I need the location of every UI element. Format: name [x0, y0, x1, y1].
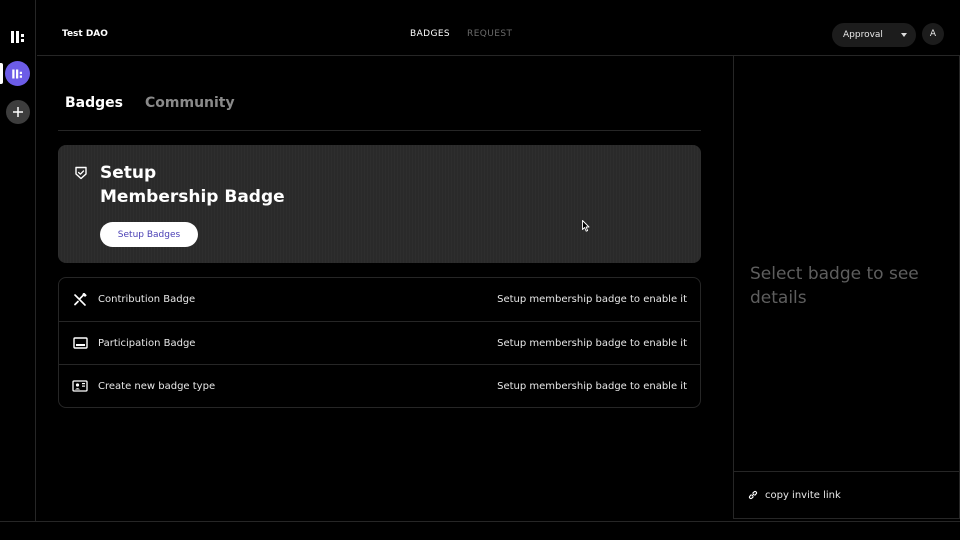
badge-row-contribution[interactable]: Contribution Badge Setup membership badg… [59, 278, 700, 321]
copy-invite-link-label: copy invite link [765, 489, 841, 501]
badge-list: Contribution Badge Setup membership badg… [58, 277, 701, 408]
org-name: Test DAO [62, 29, 108, 39]
detail-hint: Select badge to see details [750, 264, 919, 308]
id-card-icon [72, 379, 88, 393]
tabs-divider [58, 130, 701, 131]
bottom-border [0, 521, 960, 522]
badge-name: Create new badge type [98, 380, 216, 392]
role-select[interactable]: Approval [832, 23, 916, 47]
left-rail [0, 0, 36, 522]
top-bar: Test DAO BADGES REQUEST Approval A [37, 0, 960, 56]
top-nav: BADGES REQUEST [410, 29, 512, 39]
tab-badges[interactable]: Badges [65, 95, 123, 111]
copy-invite-link-button[interactable]: copy invite link [734, 471, 959, 518]
nav-badges[interactable]: BADGES [410, 29, 450, 39]
badge-status: Setup membership badge to enable it [497, 294, 687, 305]
setup-title-line1: Setup [100, 163, 157, 183]
badge-row-participation[interactable]: Participation Badge Setup membership bad… [59, 321, 700, 364]
monitor-icon [72, 336, 88, 350]
add-dao-button[interactable] [6, 100, 30, 124]
mouse-cursor-icon [582, 220, 590, 232]
tab-community[interactable]: Community [145, 95, 235, 111]
nav-request[interactable]: REQUEST [467, 29, 512, 39]
tools-icon [72, 292, 88, 307]
link-icon [748, 490, 758, 500]
badge-detail-panel: Select badge to see details copy invite … [733, 56, 960, 519]
active-dao-indicator [0, 63, 3, 84]
badge-row-create-new[interactable]: Create new badge type Setup membership b… [59, 364, 700, 407]
role-select-value: Approval [843, 30, 883, 40]
dao-logo-icon [12, 69, 22, 78]
app-logo-icon[interactable] [10, 29, 26, 45]
badge-status: Setup membership badge to enable it [497, 380, 687, 392]
setup-badges-button[interactable]: Setup Badges [100, 222, 198, 247]
badge-name: Participation Badge [98, 337, 196, 349]
caret-down-icon [901, 33, 907, 37]
setup-title: Setup Membership Badge [100, 161, 285, 209]
badge-name: Contribution Badge [98, 294, 196, 305]
shield-check-icon [75, 166, 87, 180]
dao-switcher-button[interactable] [5, 61, 30, 86]
setup-membership-card: Setup Membership Badge Setup Badges [58, 145, 701, 263]
plus-icon [13, 107, 23, 117]
setup-title-line2: Membership Badge [100, 187, 285, 207]
avatar[interactable]: A [922, 23, 944, 45]
main-tabs: Badges Community [65, 95, 235, 111]
badge-status: Setup membership badge to enable it [497, 337, 687, 349]
